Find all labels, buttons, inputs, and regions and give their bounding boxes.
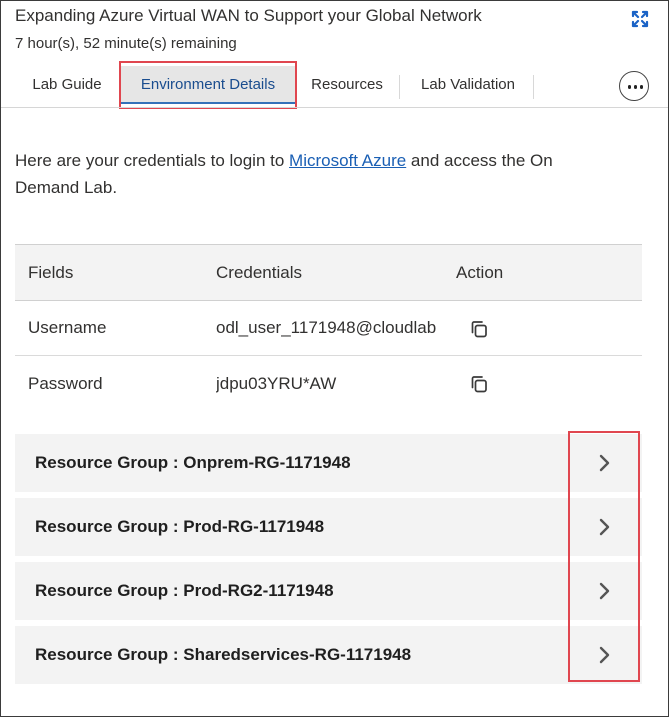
tab-lab-validation[interactable]: Lab Validation	[407, 66, 529, 104]
field-password-label: Password	[28, 373, 103, 393]
resource-group-prod2[interactable]: Resource Group : Prod-RG2-1171948	[15, 562, 642, 620]
resource-group-label: Resource Group : Prod-RG-1171948	[35, 517, 325, 536]
tab-bar: Lab Guide Environment Details Resources …	[15, 62, 655, 108]
password-value: jdpu03YRU*AW	[216, 373, 337, 393]
username-value: odl_user_1171948@cloudlab	[216, 318, 437, 337]
tab-lab-guide[interactable]: Lab Guide	[19, 66, 115, 104]
intro-text: Here are your credentials to login to Mi…	[15, 151, 553, 197]
tab-resources[interactable]: Resources	[301, 66, 393, 104]
chevron-right-icon	[599, 518, 610, 536]
header-action: Action	[456, 262, 504, 282]
copy-icon[interactable]	[470, 375, 488, 393]
resource-group-label: Resource Group : Prod-RG2-1171948	[35, 581, 334, 600]
tab-separator	[399, 75, 400, 99]
microsoft-azure-link[interactable]: Microsoft Azure	[289, 151, 406, 170]
table-header: Fields Credentials Action	[15, 244, 642, 301]
expand-icon[interactable]	[630, 9, 650, 29]
header-credentials: Credentials	[216, 262, 302, 282]
copy-icon[interactable]	[470, 320, 488, 338]
resource-group-label: Resource Group : Onprem-RG-1171948	[35, 453, 351, 472]
lab-title: Expanding Azure Virtual WAN to Support y…	[15, 6, 482, 25]
resource-group-label: Resource Group : Sharedservices-RG-11719…	[35, 645, 412, 664]
resource-group-sharedservices[interactable]: Resource Group : Sharedservices-RG-11719…	[15, 626, 642, 684]
table-row-username: Username odl_user_1171948@cloudlab	[15, 301, 642, 356]
chevron-right-icon	[599, 582, 610, 600]
header-fields: Fields	[28, 262, 74, 282]
more-options-icon[interactable]	[619, 71, 649, 101]
chevron-right-icon	[599, 646, 610, 664]
credentials-table: Fields Credentials Action Username odl_u…	[15, 244, 642, 411]
field-username-label: Username	[28, 318, 107, 337]
tabs-divider	[1, 107, 668, 108]
tab-environment-details[interactable]: Environment Details	[121, 66, 295, 104]
tab-separator	[533, 75, 534, 99]
resource-group-onprem[interactable]: Resource Group : Onprem-RG-1171948	[15, 434, 642, 492]
table-row-password: Password jdpu03YRU*AW	[15, 356, 642, 411]
chevron-right-icon	[599, 454, 610, 472]
resource-group-prod[interactable]: Resource Group : Prod-RG-1171948	[15, 498, 642, 556]
time-remaining: 7 hour(s), 52 minute(s) remaining	[15, 35, 237, 52]
